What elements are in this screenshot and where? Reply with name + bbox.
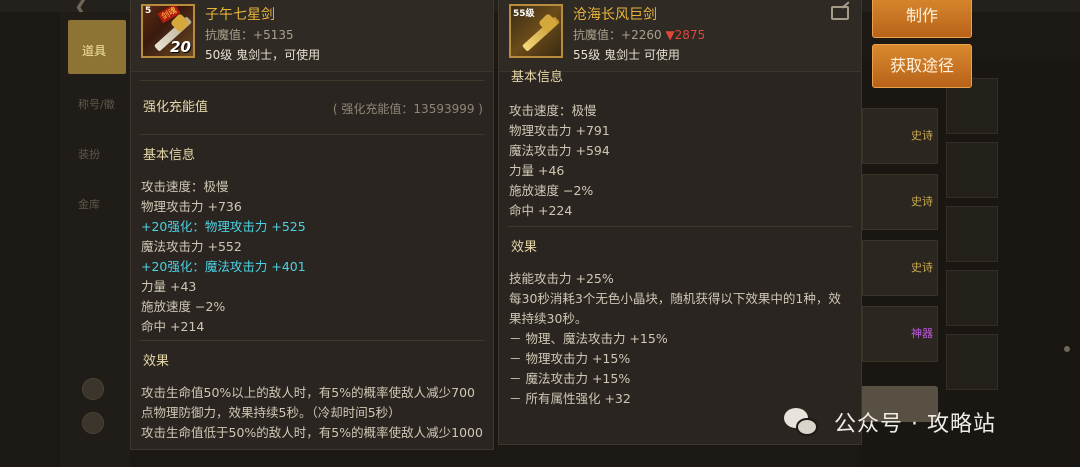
resist-stat: 抗魔值：+5135 <box>205 26 294 43</box>
inventory-slot[interactable]: 神器 <box>862 306 938 362</box>
effect-title: 效果 <box>511 240 538 255</box>
stat-row: 魔法攻击力 +594 <box>509 143 610 158</box>
divider <box>139 80 485 81</box>
sidebar-item-label: 道具 <box>82 44 107 58</box>
effect-row: － 所有属性强化 +32 <box>509 391 631 406</box>
wechat-logo-icon <box>784 404 820 440</box>
stat-row: 施放速度 −2% <box>509 183 594 198</box>
sidebar-item-costume[interactable]: 装扮 <box>78 146 100 162</box>
effect-row: － 魔法攻击力 +15% <box>509 371 631 386</box>
effect-row: 每30秒消耗3个无色小晶块，随机获得以下效果中的1种，效 <box>509 291 841 306</box>
rarity-tag: 史诗 <box>911 195 933 208</box>
divider <box>507 226 853 227</box>
reinforce-level: 20 <box>170 38 191 56</box>
watermark: 公众号 · 攻略站 <box>784 404 996 440</box>
make-button[interactable]: 制作 <box>872 0 972 38</box>
inventory-slot[interactable] <box>946 270 998 326</box>
stat-row: 物理攻击力 +736 <box>141 199 242 214</box>
sidebar-item-titles[interactable]: 称号/徽 <box>78 96 115 112</box>
reinforce-row: +20强化：魔法攻击力 +401 <box>141 259 306 274</box>
icon-level: 5 <box>145 6 152 16</box>
stat-row: 物理攻击力 +791 <box>509 123 610 138</box>
inventory-slot[interactable]: 史诗 <box>862 240 938 296</box>
item-name: 沧海长风巨剑 <box>573 7 657 23</box>
divider <box>139 134 485 135</box>
effect-row: － 物理、魔法攻击力 +15% <box>509 331 668 346</box>
reinforce-row: +20强化：物理攻击力 +525 <box>141 219 306 234</box>
effect-row: 攻击生命值低于50%的敌人时，有5%的概率使敌人减少1000 <box>141 425 483 440</box>
resist-value: +2260 <box>621 28 662 42</box>
sidebar-item-items[interactable]: 道具 <box>68 20 126 74</box>
resist-stat: 抗魔值：+2260 ▼2875 <box>573 26 705 43</box>
effect-row: 攻击生命值50%以上的敌人时，有5%的概率使敌人减少700 <box>141 385 475 400</box>
inventory-slot[interactable] <box>946 334 998 390</box>
scroll-dot <box>1064 346 1070 352</box>
item-tooltip-equipped: 5 剑魂 20 子午七星剑 抗魔值：+5135 50级 鬼剑士，可使用 强化充能… <box>130 0 494 450</box>
effect-row: 果持续30秒。 <box>509 311 588 326</box>
resist-label: 抗魔值： <box>573 28 622 42</box>
rarity-tag: 神器 <box>911 327 933 340</box>
item-name: 子午七星剑 <box>205 7 275 23</box>
inventory-slot[interactable]: 史诗 <box>862 174 938 230</box>
effect-title: 效果 <box>143 354 170 369</box>
basic-info-title: 基本信息 <box>143 148 196 163</box>
sword-icon: 5 剑魂 20 <box>141 4 195 58</box>
resist-label: 抗魔值： <box>205 28 254 42</box>
effect-row: 技能攻击力 +25% <box>509 271 614 286</box>
resist-value: +5135 <box>253 28 294 42</box>
stat-row: 攻击速度：极慢 <box>509 103 597 118</box>
divider <box>139 340 485 341</box>
effect-row: － 物理攻击力 +15% <box>509 351 631 366</box>
stat-row: 魔法攻击力 +552 <box>141 239 242 254</box>
greatsword-icon: 55级 <box>509 4 563 58</box>
charge-title: 强化充能值 <box>143 100 209 115</box>
item-round-icon[interactable] <box>82 412 104 434</box>
item-tooltip-compare: 55级 沧海长风巨剑 抗魔值：+2260 ▼2875 55级 鬼剑士 可使用 基… <box>498 0 862 445</box>
resist-diff: ▼2875 <box>665 28 706 42</box>
icon-level: 55级 <box>513 9 535 19</box>
share-icon[interactable] <box>831 6 849 20</box>
basic-info-title: 基本信息 <box>511 70 564 85</box>
effect-row: 点物理防御力，效果持续5秒。（冷却时间5秒） <box>141 405 401 420</box>
rarity-tag: 史诗 <box>911 129 933 142</box>
inventory-slot[interactable] <box>946 206 998 262</box>
stat-row: 命中 +214 <box>141 319 205 334</box>
obtain-method-button[interactable]: 获取途径 <box>872 44 972 88</box>
sidebar-item-vault[interactable]: 金库 <box>78 196 100 212</box>
rarity-tag: 史诗 <box>911 261 933 274</box>
charge-value: ( 强化充能值：13593999 ) <box>332 102 483 116</box>
stat-row: 命中 +224 <box>509 203 573 218</box>
inventory-slot[interactable]: 史诗 <box>862 108 938 164</box>
stat-row: 力量 +46 <box>509 163 565 178</box>
stat-row: 施放速度 −2% <box>141 299 226 314</box>
item-requirement: 55级 鬼剑士 可使用 <box>573 48 680 62</box>
item-requirement: 50级 鬼剑士，可使用 <box>205 48 321 62</box>
stat-row: 力量 +43 <box>141 279 197 294</box>
inventory-slot[interactable] <box>946 142 998 198</box>
watermark-text: 公众号 · 攻略站 <box>834 412 996 437</box>
collection-icon[interactable] <box>82 378 104 400</box>
stat-row: 攻击速度：极慢 <box>141 179 229 194</box>
